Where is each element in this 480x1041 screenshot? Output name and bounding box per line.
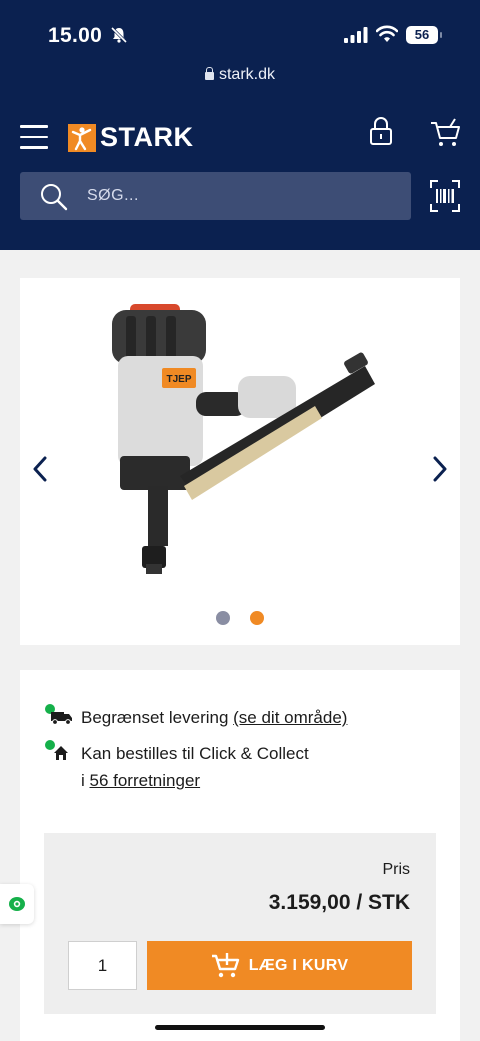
carousel-dot-1[interactable] [216, 611, 230, 625]
store-home-icon [54, 746, 68, 760]
lock-icon[interactable] [369, 116, 393, 146]
search-icon [41, 184, 68, 211]
menu-button[interactable] [20, 125, 48, 149]
wifi-icon [376, 25, 398, 42]
search-input[interactable]: SØG... [20, 172, 411, 220]
product-nail-gun-image: TJEP [112, 304, 375, 574]
product-badge-text: TJEP [166, 374, 191, 385]
chevron-left-icon[interactable] [32, 456, 48, 482]
quantity-input[interactable]: 1 [68, 941, 137, 990]
site-header: 15.00 56 stark.dk STARK SØG... [0, 0, 480, 250]
brand-name: STARK [100, 122, 194, 152]
collect-text: Kan bestilles til Click & Collect [81, 744, 309, 763]
add-to-cart-button[interactable]: LÆG I KURV [147, 941, 412, 990]
cart-icon[interactable] [430, 118, 462, 148]
add-to-cart-label: LÆG I KURV [248, 956, 349, 974]
price-box: Pris 3.159,00 / STK 1 LÆG I KURV [44, 833, 436, 1014]
chat-widget-icon [9, 897, 25, 911]
stark-logo-icon [68, 123, 96, 152]
signal-icon [344, 27, 368, 43]
price-label: Pris [382, 861, 410, 878]
stores-prefix: i [81, 771, 90, 790]
delivery-truck-icon [51, 712, 72, 725]
chat-widget-button[interactable] [0, 884, 34, 924]
delivery-text: Begrænset levering [81, 708, 234, 727]
stark-logo[interactable]: STARK [68, 122, 194, 153]
chevron-right-icon[interactable] [432, 456, 448, 482]
stores-link[interactable]: 56 forretninger [90, 771, 201, 790]
delivery-info: Begrænset levering (se dit område) [81, 708, 347, 728]
delivery-area-link[interactable]: (se dit område) [233, 708, 347, 727]
purchase-card: Begrænset levering (se dit område) Kan b… [20, 670, 460, 1041]
carousel-dot-2-active[interactable] [250, 611, 264, 625]
battery-indicator: 56 [406, 26, 442, 44]
url-text: stark.dk [218, 66, 275, 83]
product-image-carousel: TJEP [20, 278, 460, 645]
status-time: 15.00 [48, 24, 103, 47]
barcode-scan-icon[interactable] [430, 180, 460, 212]
bell-muted-icon [110, 26, 128, 44]
stores-info: i 56 forretninger [81, 771, 200, 791]
lock-small-icon [204, 67, 214, 80]
add-to-cart-icon [211, 952, 239, 977]
home-indicator [155, 1025, 325, 1030]
url-bar[interactable]: stark.dk [0, 66, 480, 84]
search-placeholder: SØG... [87, 187, 139, 204]
price-value: 3.159,00 / STK [268, 891, 410, 914]
